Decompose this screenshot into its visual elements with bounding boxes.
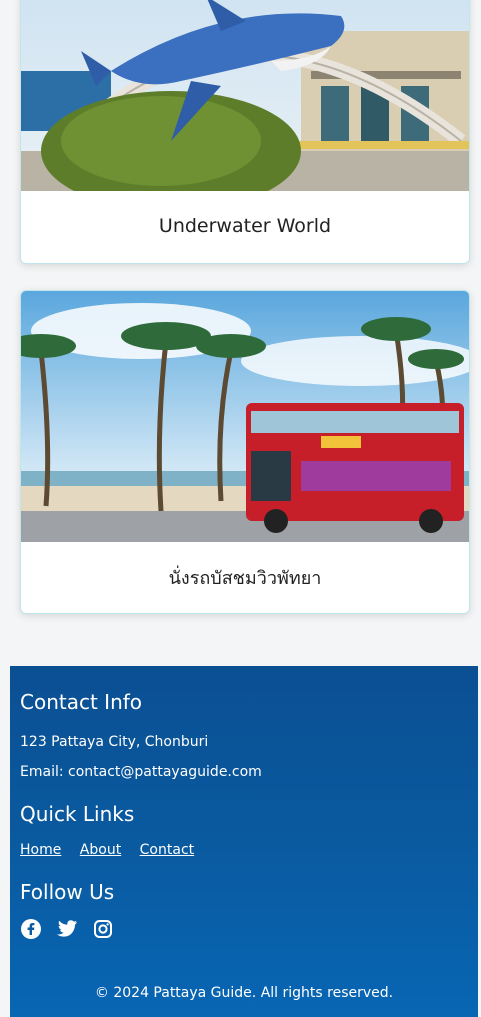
quick-links: Home About Contact [20,842,208,858]
twitter-icon[interactable] [56,918,78,940]
copyright-text: © 2024 Pattaya Guide. All rights reserve… [94,985,394,1001]
pattaya-bus-tour-image [21,291,469,542]
attraction-card-underwater-world[interactable]: Underwater World [20,0,470,264]
about-link[interactable]: About [80,842,121,858]
social-links [20,918,114,940]
underwater-world-image [21,0,469,191]
follow-us-heading: Follow Us [20,880,115,904]
contact-info-heading: Contact Info [20,690,143,714]
home-link[interactable]: Home [20,842,61,858]
quick-links-heading: Quick Links [20,802,135,826]
contact-address: 123 Pattaya City, Chonburi [20,734,209,750]
contact-email: Email: contact@pattayaguide.com [20,764,262,780]
contact-link[interactable]: Contact [140,842,194,858]
attraction-card-bus-tour[interactable]: นั่งรถบัสชมวิวพัทยา [20,290,470,614]
instagram-icon[interactable] [92,918,114,940]
card-title[interactable]: Underwater World [21,191,469,261]
card-title[interactable]: นั่งรถบัสชมวิวพัทยา [21,542,469,612]
site-footer: Contact Info 123 Pattaya City, Chonburi … [10,666,478,1017]
facebook-icon[interactable] [20,918,42,940]
